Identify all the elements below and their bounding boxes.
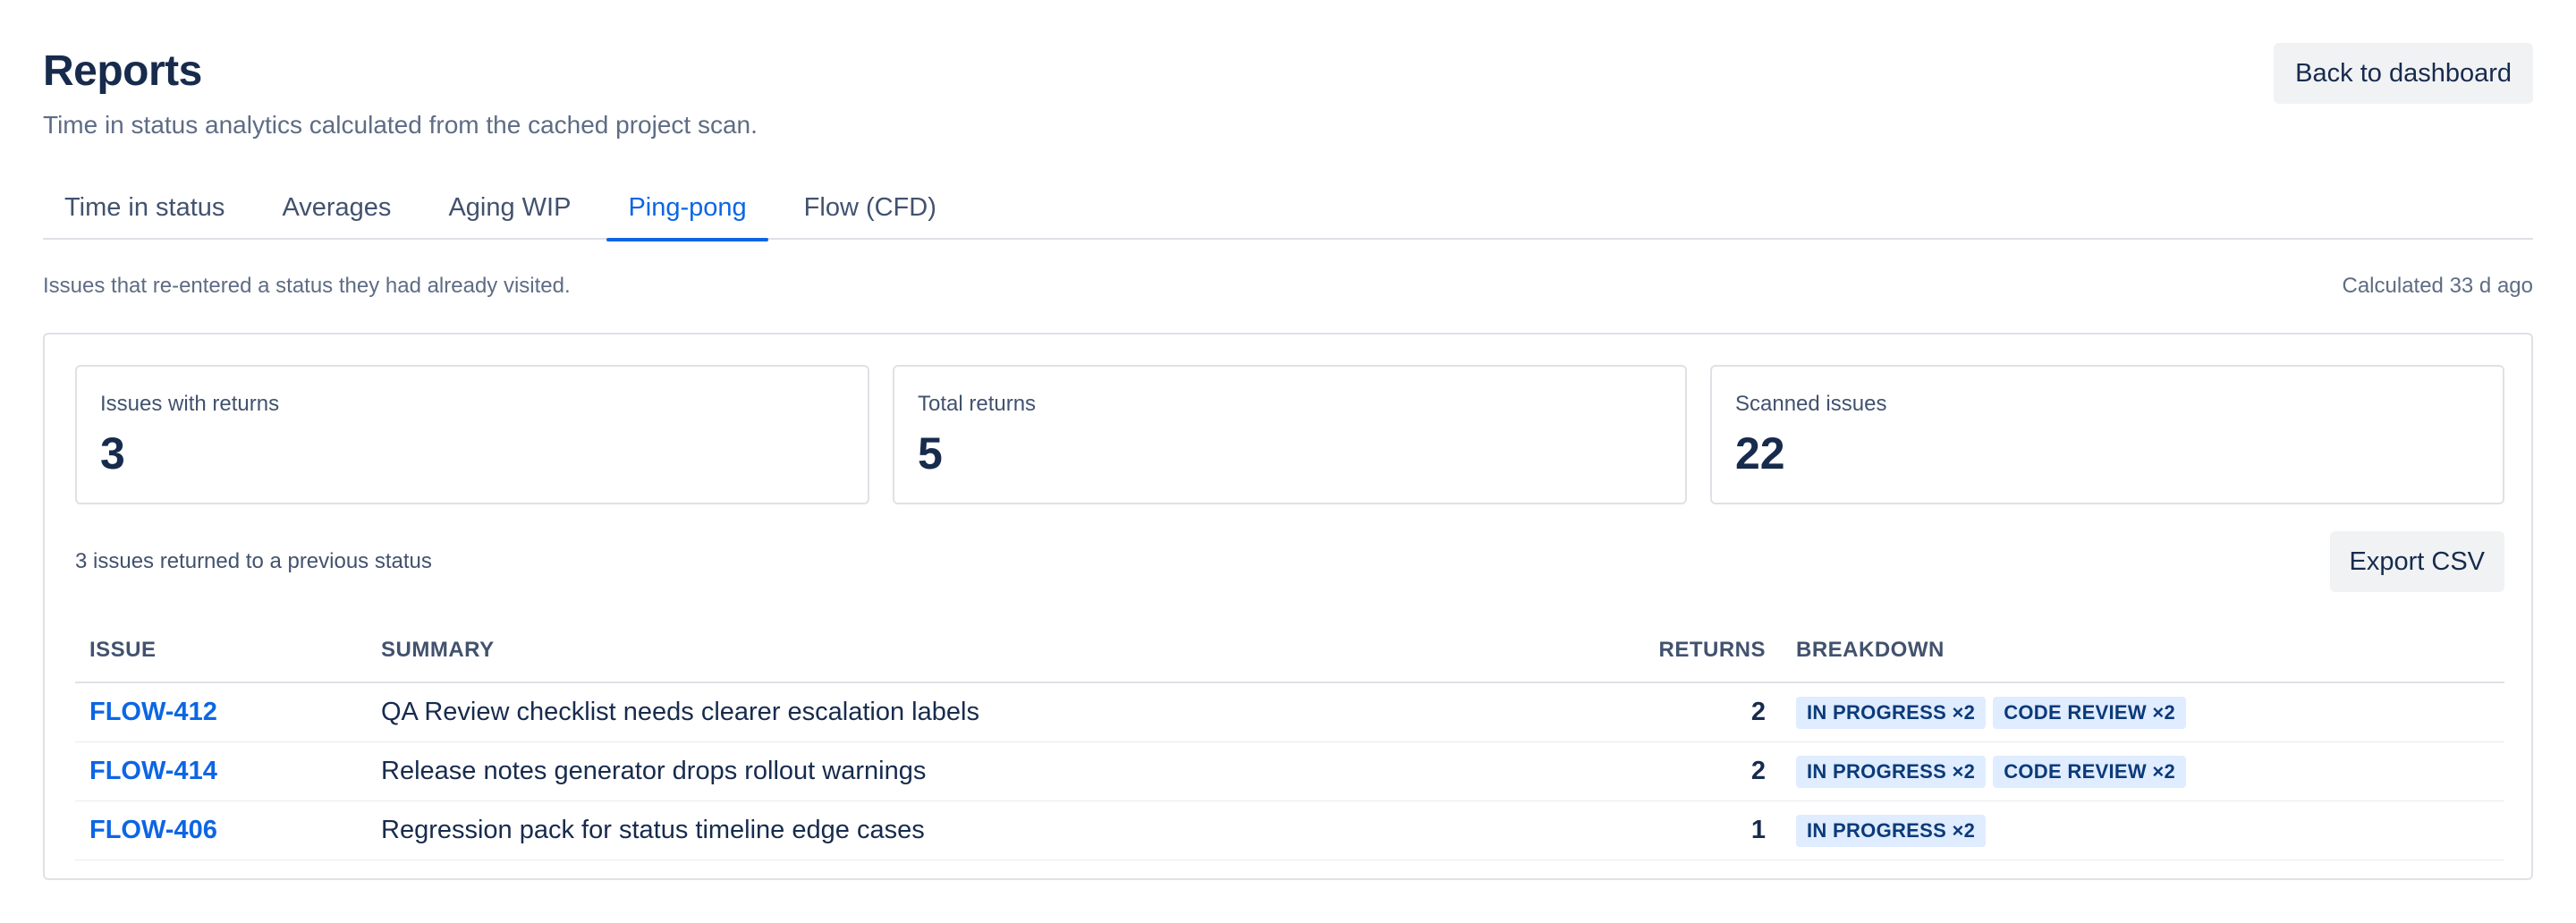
column-header-breakdown: BREAKDOWN (1796, 638, 1945, 662)
issue-key-link[interactable]: FLOW-414 (89, 757, 217, 785)
export-csv-button[interactable]: Export CSV (2329, 531, 2504, 592)
tab-time-in-status[interactable]: Time in status (43, 175, 246, 240)
stat-card-issues-with-returns: Issues with returns 3 (75, 365, 869, 504)
stat-card-scanned-issues: Scanned issues 22 (1710, 365, 2504, 504)
stats-row: Issues with returns 3 Total returns 5 Sc… (75, 365, 2504, 504)
status-chip: IN PROGRESS ×2 (1796, 814, 1987, 847)
issue-summary: Release notes generator drops rollout wa… (381, 757, 927, 785)
tab-aging-wip[interactable]: Aging WIP (427, 175, 592, 240)
page-header: Reports Time in status analytics calcula… (43, 0, 2533, 161)
table-row: FLOW-412 QA Review checklist needs clear… (75, 683, 2504, 742)
status-chip: CODE REVIEW ×2 (1993, 755, 2187, 788)
returns-count: 2 (1750, 698, 1766, 726)
tab-averages[interactable]: Averages (260, 175, 412, 240)
issue-summary: Regression pack for status timeline edge… (381, 816, 925, 844)
ping-pong-table: ISSUE SUMMARY RETURNS BREAKDOWN FLOW-412… (75, 619, 2504, 860)
stat-value: 3 (100, 428, 125, 478)
returns-count: 2 (1750, 757, 1766, 785)
table-header: ISSUE SUMMARY RETURNS BREAKDOWN (75, 619, 2504, 683)
table-row: FLOW-414 Release notes generator drops r… (75, 742, 2504, 801)
report-info-bar: Issues that re-entered a status they had… (43, 270, 2533, 302)
stat-value: 22 (1735, 428, 1785, 478)
column-header-summary: SUMMARY (381, 638, 495, 662)
breakdown-chips: IN PROGRESS ×2 CODE REVIEW ×2 (1766, 696, 2504, 729)
column-header-issue: ISSUE (89, 638, 157, 662)
breakdown-chips: IN PROGRESS ×2 CODE REVIEW ×2 (1766, 755, 2504, 788)
list-toolbar: 3 issues returned to a previous status E… (75, 531, 2504, 592)
page-title: Reports (43, 47, 202, 95)
ping-pong-panel: Issues with returns 3 Total returns 5 Sc… (43, 333, 2533, 880)
stat-value: 5 (918, 428, 943, 478)
calculated-timestamp: Calculated 33 d ago (2342, 274, 2534, 298)
returns-count: 1 (1750, 816, 1766, 844)
status-chip: CODE REVIEW ×2 (1993, 696, 2187, 729)
issue-count-text: 3 issues returned to a previous status (75, 549, 432, 573)
column-header-returns: RETURNS (1658, 638, 1766, 662)
report-description: Issues that re-entered a status they had… (43, 274, 571, 298)
tab-flow-cfd[interactable]: Flow (CFD) (783, 175, 958, 240)
report-tabs: Time in status Averages Aging WIP Ping-p… (43, 175, 2533, 241)
stat-label: Issues with returns (100, 392, 280, 416)
issue-key-link[interactable]: FLOW-412 (89, 698, 217, 726)
stat-label: Scanned issues (1735, 392, 1887, 416)
tab-ping-pong[interactable]: Ping-pong (606, 175, 768, 241)
table-row: FLOW-406 Regression pack for status time… (75, 801, 2504, 860)
page-subtitle: Time in status analytics calculated from… (43, 111, 758, 139)
reports-page: Reports Time in status analytics calcula… (43, 0, 2533, 880)
status-chip: IN PROGRESS ×2 (1796, 696, 1987, 729)
status-chip: IN PROGRESS ×2 (1796, 755, 1987, 788)
breakdown-chips: IN PROGRESS ×2 (1766, 814, 2504, 847)
back-to-dashboard-button[interactable]: Back to dashboard (2274, 43, 2533, 104)
issue-summary: QA Review checklist needs clearer escala… (381, 698, 979, 726)
stat-card-total-returns: Total returns 5 (893, 365, 1687, 504)
stat-label: Total returns (918, 392, 1037, 416)
issue-key-link[interactable]: FLOW-406 (89, 816, 217, 844)
